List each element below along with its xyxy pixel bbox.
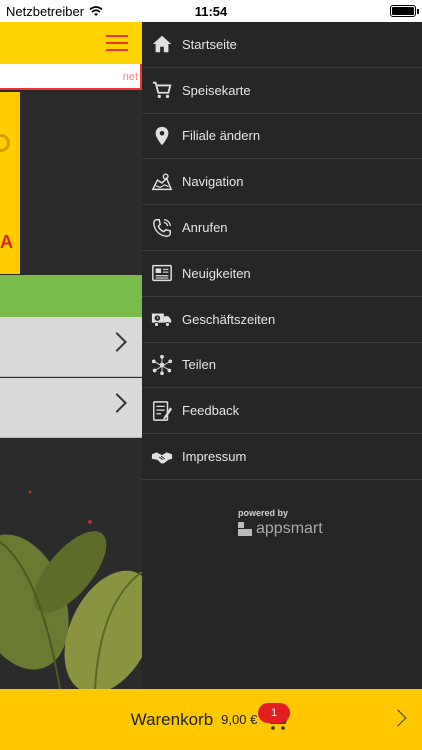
- search-placeholder: net: [122, 71, 138, 83]
- menu-item-neuigkeiten[interactable]: Neuigkeiten: [142, 251, 422, 297]
- home-icon: [142, 33, 182, 55]
- powered-by-label: powered by: [238, 507, 289, 518]
- menu-item-geschaeftszeiten[interactable]: Geschäftszeiten: [142, 297, 422, 343]
- status-time: 11:54: [194, 4, 228, 19]
- menu-item-navigation[interactable]: Navigation: [142, 159, 422, 206]
- search-input[interactable]: net: [0, 64, 142, 90]
- cart-count-badge: 1: [258, 703, 290, 723]
- hamburger-menu-icon[interactable]: [106, 35, 128, 51]
- phone-icon: [142, 217, 182, 239]
- menu-item-label: Neuigkeiten: [182, 265, 251, 281]
- chevron-right-icon: [107, 332, 127, 352]
- menu-item-label: Anrufen: [182, 220, 228, 236]
- cart-title: Warenkorb: [130, 709, 214, 729]
- menu-item-label: Impressum: [182, 449, 247, 465]
- side-menu: Startseite Speisekarte Filiale ändern Na…: [142, 22, 422, 689]
- delivery-truck-icon: [142, 308, 182, 330]
- newspaper-icon: [142, 262, 182, 284]
- battery-icon: [390, 5, 419, 17]
- menu-item-startseite[interactable]: Startseite: [142, 22, 422, 68]
- cart-icon: [142, 79, 182, 101]
- handshake-icon: [142, 446, 182, 468]
- menu-item-label: Feedback: [182, 403, 240, 419]
- app-header: [0, 22, 142, 64]
- menu-item-label: Navigation: [182, 174, 244, 190]
- menu-item-label: Filiale ändern: [182, 128, 261, 144]
- chevron-right-icon: [389, 709, 407, 727]
- share-icon: [142, 354, 182, 376]
- powered-by: powered by appsmart: [142, 508, 422, 538]
- menu-item-label: Speisekarte: [182, 82, 251, 98]
- background-app: net A: [0, 22, 142, 689]
- menu-item-teilen[interactable]: Teilen: [142, 343, 422, 389]
- menu-item-impressum[interactable]: Impressum: [142, 434, 422, 480]
- menu-item-speisekarte[interactable]: Speisekarte: [142, 68, 422, 114]
- menu-item-label: Geschäftszeiten: [182, 311, 276, 327]
- menu-item-anrufen[interactable]: Anrufen: [142, 205, 422, 251]
- banner-letter-fragment: A: [0, 232, 13, 252]
- brand-name: appsmart: [256, 519, 323, 537]
- list-item[interactable]: [0, 378, 142, 438]
- list-item[interactable]: [0, 317, 142, 377]
- appsmart-logo-icon: [238, 521, 252, 536]
- menu-item-feedback[interactable]: Feedback: [142, 388, 422, 435]
- herbs-background-image: [0, 490, 142, 689]
- appsmart-logo[interactable]: appsmart: [238, 520, 422, 538]
- status-bar: Netzbetreiber 11:54: [0, 0, 422, 22]
- green-banner[interactable]: [0, 275, 142, 317]
- promo-banner[interactable]: A: [0, 92, 20, 274]
- cart-price: 9,00 €: [221, 712, 258, 727]
- chevron-right-icon: [107, 393, 127, 413]
- menu-item-label: Startseite: [182, 36, 237, 52]
- banner-decoration: [0, 134, 10, 152]
- menu-item-label: Teilen: [182, 357, 216, 373]
- menu-item-filiale-aendern[interactable]: Filiale ändern: [142, 114, 422, 160]
- map-icon: [142, 171, 182, 193]
- location-pin-icon: [142, 125, 182, 147]
- cart-bar[interactable]: Warenkorb 9,00 € 1: [0, 689, 422, 750]
- feedback-icon: [142, 400, 182, 422]
